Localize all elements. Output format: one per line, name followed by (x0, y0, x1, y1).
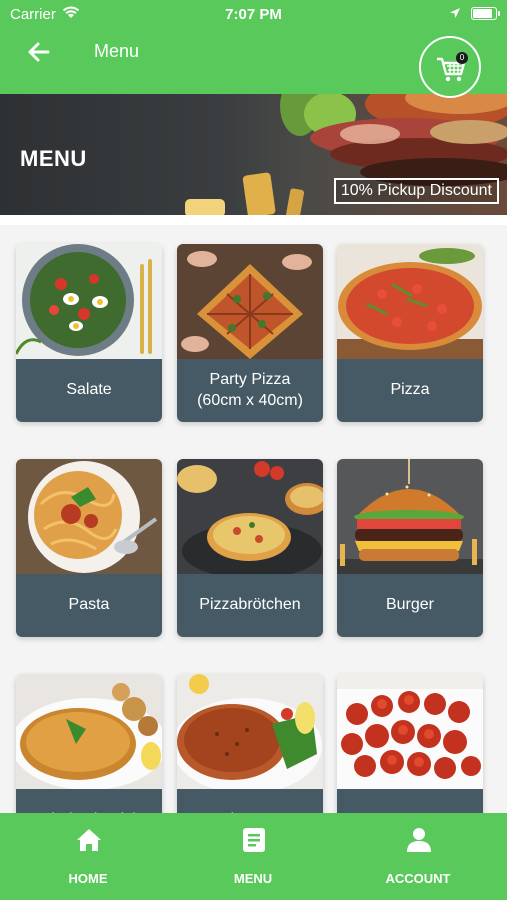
category-label: Pasta (16, 574, 162, 637)
battery-level (473, 9, 492, 18)
category-card-party-pizza[interactable]: Party Pizza (60cm x 40cm) (177, 244, 323, 422)
category-card-schnitzelgericht[interactable]: Schnitzelgericht (16, 674, 162, 813)
status-bar: Carrier 7:07 PM (0, 0, 507, 28)
nav-home-label: HOME (68, 871, 108, 886)
menu-banner: MENU 10% Pickup Discount (0, 94, 507, 215)
nav-account-label: ACCOUNT (385, 871, 451, 886)
nav-menu[interactable]: MENU (193, 813, 313, 900)
pizza-roll-image (177, 459, 323, 577)
category-label: Lahmacun (177, 789, 323, 813)
salad-image (16, 244, 162, 362)
category-label: Party Pizza (60cm x 40cm) (177, 359, 323, 422)
party-pizza-image (177, 244, 323, 362)
battery-icon (471, 7, 500, 20)
category-card-pizzabroetchen[interactable]: Pizzabrötchen (177, 459, 323, 637)
category-card-pizza[interactable]: Pizza (337, 244, 483, 422)
cart-button[interactable]: 0 (419, 36, 481, 98)
category-label: Pizza (337, 359, 483, 422)
status-time: 7:07 PM (225, 6, 282, 23)
banner-title: MENU (20, 146, 87, 171)
sausage-image (337, 674, 483, 792)
category-grid: Salate Party Pizza (60cm x 40cm) Pizza P… (0, 215, 507, 813)
category-label: Wurst- (337, 789, 483, 813)
pasta-image (16, 459, 162, 577)
schnitzel-image (16, 674, 162, 792)
back-arrow-icon[interactable] (24, 38, 56, 66)
category-card-salate[interactable]: Salate (16, 244, 162, 422)
home-icon (77, 829, 101, 851)
category-card-pasta[interactable]: Pasta (16, 459, 162, 637)
app-screen: Carrier 7:07 PM Menu 0 MENU 10% Pickup D… (0, 0, 507, 900)
header-title: Menu (94, 41, 140, 61)
menu-icon (243, 828, 265, 852)
category-label: Schnitzelgericht (16, 789, 162, 813)
location-arrow-icon (450, 8, 460, 18)
grid-panel: Salate Party Pizza (60cm x 40cm) Pizza P… (0, 225, 507, 813)
category-label: Salate (16, 359, 162, 422)
category-label: Burger (337, 574, 483, 637)
category-card-burger[interactable]: Burger (337, 459, 483, 637)
category-label: Pizzabrötchen (177, 574, 323, 637)
pickup-discount-badge: 10% Pickup Discount (333, 178, 499, 204)
pizza-image (337, 244, 483, 362)
lahmacun-image (177, 674, 323, 792)
category-card-wurst[interactable]: Wurst- (337, 674, 483, 813)
nav-account[interactable]: ACCOUNT (358, 813, 478, 900)
account-icon (407, 828, 431, 852)
bottom-navigation: HOME MENU ACCOUNT (0, 813, 507, 900)
category-card-lahmacun[interactable]: Lahmacun (177, 674, 323, 813)
nav-home[interactable]: HOME (28, 813, 148, 900)
burger-image (337, 459, 483, 577)
nav-menu-label: MENU (233, 871, 273, 886)
cart-count-badge: 0 (456, 52, 468, 64)
